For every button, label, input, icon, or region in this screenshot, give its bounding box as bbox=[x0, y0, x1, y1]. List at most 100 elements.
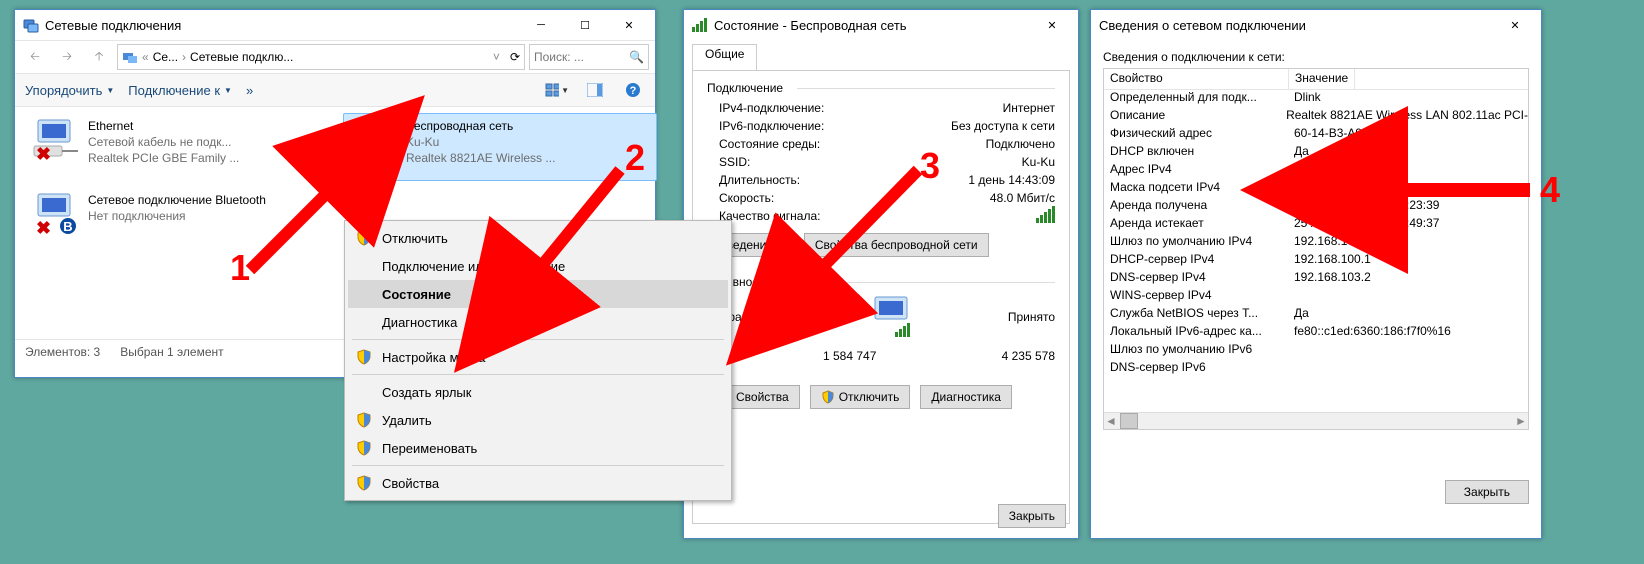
back-button[interactable]: 🡠 bbox=[21, 43, 49, 71]
breadcrumb-part[interactable]: Се... bbox=[153, 50, 178, 64]
separator bbox=[352, 374, 724, 375]
status-window: Состояние - Беспроводная сеть ✕ Общие По… bbox=[683, 9, 1079, 539]
address-bar: 🡠 🡢 🡡 « Се... › Сетевые подклю... ˅ ⟳ По… bbox=[15, 40, 655, 74]
ctx-bridge[interactable]: Настройка моста bbox=[348, 343, 728, 371]
wireless-properties-button[interactable]: Свойства беспроводной сети bbox=[804, 233, 989, 257]
status-row: Качество сигнала: bbox=[707, 207, 1055, 225]
preview-pane-button[interactable] bbox=[583, 78, 607, 102]
ctx-properties[interactable]: Свойства bbox=[348, 469, 728, 497]
shield-icon bbox=[356, 440, 372, 456]
adapter-name: Беспроводная сеть bbox=[406, 118, 555, 134]
header-value[interactable]: Значение bbox=[1289, 69, 1355, 89]
close-button[interactable]: ✕ bbox=[1030, 11, 1074, 39]
disable-button[interactable]: Отключить bbox=[810, 385, 911, 409]
help-button[interactable]: ? bbox=[621, 78, 645, 102]
status-row: Состояние среды:Подключено bbox=[707, 135, 1055, 153]
forward-button[interactable]: 🡢 bbox=[53, 43, 81, 71]
ctx-disable[interactable]: Отключить bbox=[348, 224, 728, 252]
scroll-thumb[interactable] bbox=[1120, 413, 1138, 429]
list-header[interactable]: Свойство Значение bbox=[1104, 69, 1528, 90]
adapter-status: Ku-Ku bbox=[406, 134, 555, 150]
horizontal-scrollbar[interactable]: ◄ ► bbox=[1104, 412, 1528, 429]
folder-icon bbox=[122, 50, 138, 64]
close-button[interactable]: ✕ bbox=[607, 11, 651, 39]
more-button[interactable]: » bbox=[246, 83, 253, 98]
ctx-shortcut[interactable]: Создать ярлык bbox=[348, 378, 728, 406]
shield-icon bbox=[356, 475, 372, 491]
status-row: SSID:Ku-Ku bbox=[707, 153, 1055, 171]
signal-icon bbox=[692, 17, 708, 33]
property-row[interactable]: DNS-сервер IPv6 bbox=[1104, 360, 1528, 378]
minimize-button[interactable]: ─ bbox=[519, 11, 563, 39]
close-button-footer[interactable]: Закрыть bbox=[998, 504, 1066, 528]
adapter-device: Realtek PCIe GBE Family ... bbox=[88, 150, 239, 166]
property-row[interactable]: ОписаниеRealtek 8821AE Wireless LAN 802.… bbox=[1104, 108, 1528, 126]
tab-general[interactable]: Общие bbox=[692, 44, 757, 71]
adapter-bluetooth[interactable]: B✖ Сетевое подключение Bluetooth Нет под… bbox=[25, 187, 349, 255]
property-row[interactable]: Шлюз по умолчанию IPv4192.168.100.1 bbox=[1104, 234, 1528, 252]
titlebar[interactable]: Сетевые подключения ─ ☐ ✕ bbox=[15, 10, 655, 40]
property-row[interactable]: Физический адрес60-14-B3-A9-B7-A9 bbox=[1104, 126, 1528, 144]
property-row[interactable]: DHCP-сервер IPv4192.168.100.1 bbox=[1104, 252, 1528, 270]
svg-text:✖: ✖ bbox=[36, 144, 51, 164]
property-row[interactable]: DHCP включенДа bbox=[1104, 144, 1528, 162]
titlebar[interactable]: Сведения о сетевом подключении ✕ bbox=[1091, 10, 1541, 40]
search-input[interactable]: Поиск: ... 🔍 bbox=[529, 44, 649, 70]
property-row[interactable]: Шлюз по умолчанию IPv6 bbox=[1104, 342, 1528, 360]
close-button[interactable]: ✕ bbox=[1493, 11, 1537, 39]
refresh-icon[interactable]: ⟳ bbox=[510, 50, 520, 64]
view-button[interactable]: ▼ bbox=[545, 78, 569, 102]
item-count: Элементов: 3 bbox=[25, 345, 100, 359]
svg-text:✖: ✖ bbox=[36, 218, 51, 238]
adapter-device: Realtek 8821AE Wireless ... bbox=[406, 150, 555, 166]
ctx-delete[interactable]: Удалить bbox=[348, 406, 728, 434]
property-row[interactable]: Адрес IPv4192.168.100.8 bbox=[1104, 162, 1528, 180]
breadcrumb-part[interactable]: Сетевые подклю... bbox=[190, 50, 293, 64]
header-property[interactable]: Свойство bbox=[1104, 69, 1289, 89]
breadcrumb[interactable]: « Се... › Сетевые подклю... ˅ ⟳ bbox=[117, 44, 525, 70]
maximize-button[interactable]: ☐ bbox=[563, 11, 607, 39]
property-row[interactable]: DNS-сервер IPv4192.168.103.2 bbox=[1104, 270, 1528, 288]
property-row[interactable]: Служба NetBIOS через T...Да bbox=[1104, 306, 1528, 324]
selection-count: Выбран 1 элемент bbox=[120, 345, 223, 359]
shield-icon bbox=[356, 230, 372, 246]
property-row[interactable]: Аренда истекает25 января 2019 г. 12:49:3… bbox=[1104, 216, 1528, 234]
search-icon: 🔍 bbox=[629, 50, 644, 64]
ctx-status[interactable]: Состояние bbox=[348, 280, 728, 308]
ctx-connect-disconnect[interactable]: Подключение или отключение bbox=[348, 252, 728, 280]
adapter-status: Сетевой кабель не подк... bbox=[88, 134, 239, 150]
titlebar[interactable]: Состояние - Беспроводная сеть ✕ bbox=[684, 10, 1078, 40]
svg-text:B: B bbox=[63, 219, 72, 234]
property-row[interactable]: Определенный для подк...Dlink bbox=[1104, 90, 1528, 108]
network-icon bbox=[23, 17, 39, 33]
signal-bars-icon bbox=[1036, 206, 1055, 223]
adapter-name: Ethernet bbox=[88, 118, 239, 134]
shield-icon bbox=[356, 349, 372, 365]
property-list[interactable]: Свойство Значение Определенный для подк.… bbox=[1103, 68, 1529, 430]
dropdown-icon[interactable]: ˅ bbox=[493, 50, 500, 64]
property-row[interactable]: WINS-сервер IPv4 bbox=[1104, 288, 1528, 306]
diagnose-button[interactable]: Диагностика bbox=[920, 385, 1012, 409]
property-row[interactable]: Локальный IPv6-адрес ка...fe80::c1ed:636… bbox=[1104, 324, 1528, 342]
command-bar: Упорядочить▼ Подключение к▼ » ▼ ? bbox=[15, 74, 655, 107]
svg-text:?: ? bbox=[630, 85, 637, 97]
separator bbox=[352, 465, 724, 466]
close-button-footer[interactable]: Закрыть bbox=[1445, 480, 1529, 504]
up-button[interactable]: 🡡 bbox=[85, 43, 113, 71]
scroll-right-icon[interactable]: ► bbox=[1514, 414, 1528, 428]
organize-button[interactable]: Упорядочить▼ bbox=[25, 83, 114, 98]
property-row[interactable]: Аренда получена22 января 2019 г. 22:23:3… bbox=[1104, 198, 1528, 216]
ctx-diagnose[interactable]: Диагностика bbox=[348, 308, 728, 336]
ctx-rename[interactable]: Переименовать bbox=[348, 434, 728, 462]
connect-to-button[interactable]: Подключение к▼ bbox=[128, 83, 232, 98]
window-title: Сетевые подключения bbox=[45, 18, 181, 33]
tab-strip: Общие bbox=[684, 44, 1078, 70]
adapter-ethernet[interactable]: ✖ Ethernet Сетевой кабель не подк... Rea… bbox=[25, 113, 339, 181]
wireless-icon bbox=[350, 118, 398, 164]
property-row[interactable]: Маска подсети IPv4255.255.255.0 bbox=[1104, 180, 1528, 198]
scroll-left-icon[interactable]: ◄ bbox=[1104, 414, 1118, 428]
group-activity: Активность bbox=[707, 275, 1055, 289]
adapter-wireless[interactable]: Беспроводная сеть Ku-Ku Realtek 8821AE W… bbox=[343, 113, 657, 181]
ethernet-icon: ✖ bbox=[32, 118, 80, 164]
shield-icon bbox=[356, 412, 372, 428]
